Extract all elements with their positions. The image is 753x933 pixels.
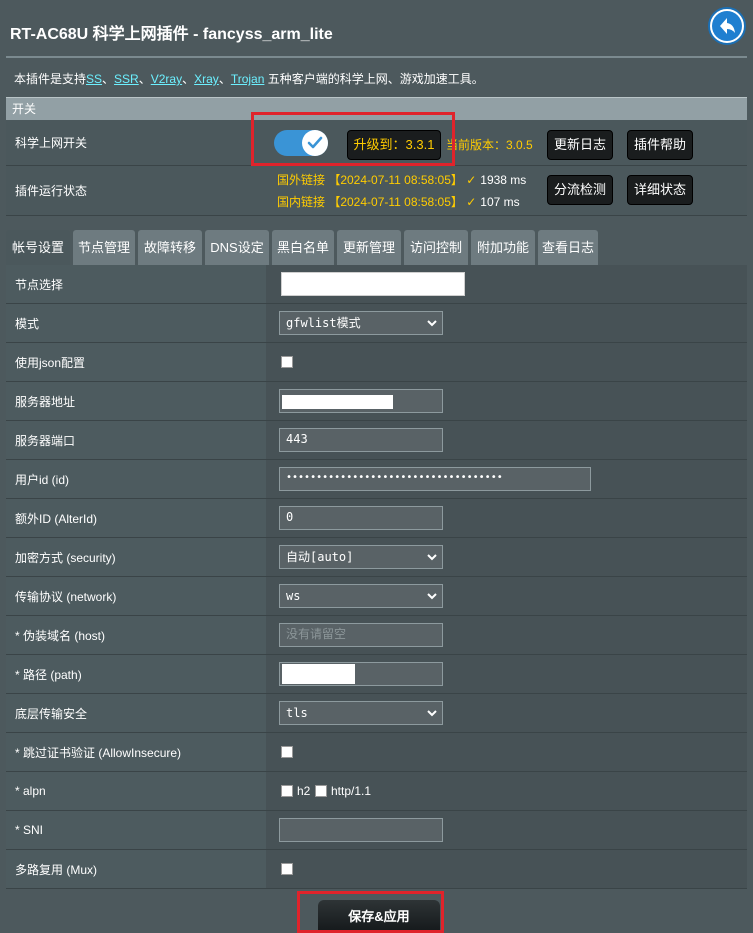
link-v2ray[interactable]: V2ray (151, 72, 182, 86)
desc-suffix: 五种客户端的科学上网、游戏加速工具。 (267, 72, 484, 86)
alpn-label: * alpn (6, 772, 266, 810)
json-checkbox[interactable] (281, 356, 293, 368)
port-input[interactable]: 443 (279, 428, 443, 452)
server-label: 服务器地址 (6, 382, 266, 420)
sni-input[interactable] (279, 818, 443, 842)
tls-select[interactable]: tls (279, 701, 443, 725)
form-row-mux: 多路复用 (Mux) (6, 850, 747, 889)
port-label: 服务器端口 (6, 421, 266, 459)
security-select[interactable]: 自动[auto] (279, 545, 443, 569)
form-row-alpn: * alpn (6, 772, 747, 811)
tab-dns[interactable]: DNS设定 (205, 230, 269, 265)
insecure-checkbox[interactable] (281, 746, 293, 758)
tab-log[interactable]: 查看日志 (538, 230, 598, 265)
plugin-description: 本插件是支持SS、SSR、V2ray、Xray、Trojan 五种客户端的科学上… (14, 72, 484, 86)
link-trojan[interactable]: Trojan (231, 72, 265, 86)
tab-account[interactable]: 帐号设置 (6, 230, 70, 265)
node-select[interactable] (281, 272, 465, 296)
run-status-label: 插件运行状态 (6, 166, 266, 215)
link-ssr[interactable]: SSR (114, 72, 139, 86)
form-row-insecure: * 跳过证书验证 (AllowInsecure) (6, 733, 747, 772)
path-label: * 路径 (path) (6, 655, 266, 693)
alterid-label: 额外ID (AlterId) (6, 499, 266, 537)
alpn-http-label: http/1.1 (331, 784, 372, 798)
network-select[interactable]: ws (279, 584, 443, 608)
alpn-http-checkbox[interactable] (315, 785, 327, 797)
domestic-status: 国内链接 【2024-07-11 08:58:05】 ✓ 107 ms (277, 195, 520, 209)
back-button[interactable] (708, 7, 746, 45)
redacted-server-mask (282, 395, 393, 409)
foreign-status: 国外链接 【2024-07-11 08:58:05】 ✓ 1938 ms (277, 173, 527, 187)
insecure-label: * 跳过证书验证 (AllowInsecure) (6, 733, 266, 771)
form-row-json: 使用json配置 (6, 343, 747, 382)
security-label: 加密方式 (security) (6, 538, 266, 576)
link-xray[interactable]: Xray (194, 72, 219, 86)
host-label: * 伪装域名 (host) (6, 616, 266, 654)
json-label: 使用json配置 (6, 343, 266, 381)
title-bar: RT-AC68U 科学上网插件 - fancyss_arm_lite (0, 0, 753, 56)
main-switch-label: 科学上网开关 (6, 120, 266, 165)
uid-input[interactable]: •••••••••••••••••••••••••••••••••••• (279, 467, 591, 491)
back-arrow-icon (712, 11, 742, 41)
page-title: RT-AC68U 科学上网插件 - fancyss_arm_lite (10, 26, 333, 43)
help-button[interactable]: 插件帮助 (627, 130, 693, 160)
alpn-h2-label: h2 (297, 784, 311, 798)
redacted-path-mask (282, 664, 355, 684)
sni-label: * SNI (6, 811, 266, 849)
highlight-box-save (297, 891, 444, 933)
chevron-down-icon (427, 320, 437, 327)
split-check-button[interactable]: 分流检测 (547, 175, 613, 205)
tab-access[interactable]: 访问控制 (404, 230, 468, 265)
tab-addons[interactable]: 附加功能 (471, 230, 535, 265)
mux-label: 多路复用 (Mux) (6, 850, 266, 888)
tab-blackwhite[interactable]: 黑白名单 (272, 230, 334, 265)
uid-label: 用户id (id) (6, 460, 266, 498)
host-input[interactable]: 没有请留空 (279, 623, 443, 647)
mode-label: 模式 (6, 304, 266, 342)
chevron-down-icon (427, 593, 437, 600)
tls-label: 底层传输安全 (6, 694, 266, 732)
highlight-box-upgrade (251, 112, 455, 166)
network-label: 传输协议 (network) (6, 577, 266, 615)
link-ss[interactable]: SS (86, 72, 102, 86)
chevron-down-icon (427, 710, 437, 717)
alpn-h2-checkbox[interactable] (281, 785, 293, 797)
mode-select[interactable]: gfwlist模式 (279, 311, 443, 335)
divider (6, 56, 747, 58)
changelog-button[interactable]: 更新日志 (547, 130, 613, 160)
tab-update[interactable]: 更新管理 (337, 230, 401, 265)
tab-failover[interactable]: 故障转移 (138, 230, 202, 265)
desc-prefix: 本插件是支持 (14, 72, 87, 86)
node-label: 节点选择 (6, 265, 266, 303)
mux-checkbox[interactable] (281, 863, 293, 875)
host-placeholder: 没有请留空 (286, 627, 347, 641)
current-version: 当前版本：3.0.5 (446, 138, 533, 152)
alterid-input[interactable]: 0 (279, 506, 443, 530)
detail-status-button[interactable]: 详细状态 (627, 175, 693, 205)
chevron-down-icon (427, 554, 437, 561)
tab-nodes[interactable]: 节点管理 (73, 230, 135, 265)
